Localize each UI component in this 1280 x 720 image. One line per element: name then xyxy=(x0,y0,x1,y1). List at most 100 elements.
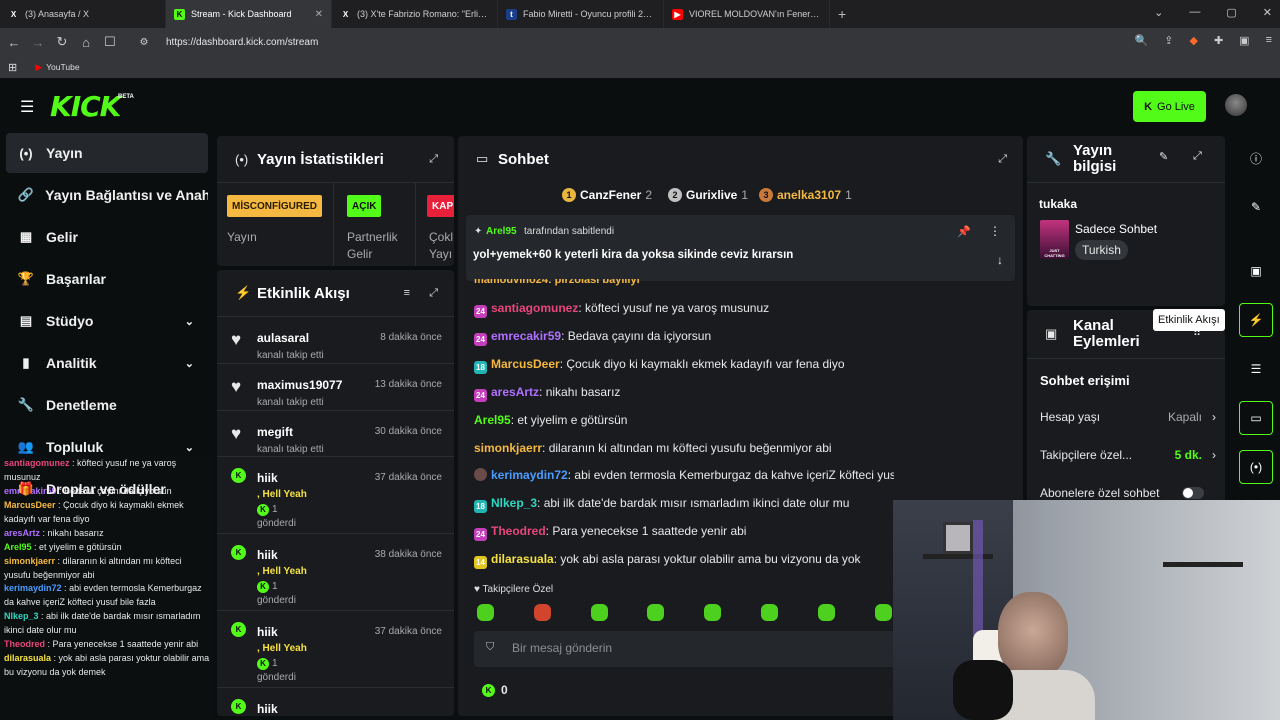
subs-only-toggle[interactable] xyxy=(1182,487,1204,499)
expand-icon[interactable]: ↓ xyxy=(997,253,1003,267)
browser-tab[interactable]: X(3) X'te Fabrizio Romano: "Erling Haa xyxy=(332,0,498,28)
sidebar-item-revenue[interactable]: ▦ Gelir xyxy=(6,217,208,257)
chat-username[interactable]: Theodred xyxy=(491,524,546,538)
chat-username[interactable]: kerimaydin72 xyxy=(491,468,568,482)
activity-user[interactable]: megift xyxy=(257,425,293,439)
chat-message[interactable]: 24 emrecakir59: Bedava çayını da içiyorsu… xyxy=(474,329,711,346)
sidebar-item-drops[interactable]: 🎁 Droplar ve ödüller xyxy=(6,469,208,509)
activity-user[interactable]: hiik xyxy=(257,548,278,562)
emote-icon[interactable] xyxy=(533,604,551,621)
chat-message[interactable]: 14 dilarasuala: yok abi asla parası yoktu… xyxy=(474,552,861,570)
video-icon[interactable]: ▣ xyxy=(1239,254,1273,288)
edit-icon[interactable]: ✎ xyxy=(1239,190,1273,224)
chat-username[interactable]: aresArtz xyxy=(491,385,539,399)
new-tab-button[interactable]: + xyxy=(838,6,846,22)
reload-icon[interactable]: ↻ xyxy=(52,34,72,50)
tab-list-icon[interactable]: ⌄ xyxy=(1154,6,1163,19)
unpin-icon[interactable]: 📌 xyxy=(957,225,971,238)
menu-icon[interactable]: ≡ xyxy=(1266,34,1272,47)
kick-logo[interactable]: KICK xyxy=(50,90,121,123)
leaderboard-entry[interactable]: 2 Gurixlive 1 xyxy=(668,188,748,202)
sidebar-item-achievements[interactable]: 🏆 Başarılar xyxy=(6,259,208,299)
forward-icon[interactable]: → xyxy=(28,35,48,50)
popout-icon[interactable]: ⤢ xyxy=(429,287,438,300)
chat-username[interactable]: dilarasuala xyxy=(491,552,554,566)
emote-icon[interactable] xyxy=(761,604,778,621)
account-age-row[interactable]: Hesap yaşı Kapalı › xyxy=(1040,410,1216,424)
close-icon[interactable]: ✕ xyxy=(315,9,323,20)
info-icon[interactable]: ⓘ xyxy=(1239,141,1273,175)
sidebar-item-studio[interactable]: ▤ Stüdyo ⌄ xyxy=(6,301,208,341)
activity-user[interactable]: hiik xyxy=(257,625,278,639)
activity-item[interactable]: ♥ maximus19077 13 dakika önce kanalı takip … xyxy=(217,363,454,410)
share-icon[interactable]: ⇪ xyxy=(1164,34,1173,47)
chat-username[interactable]: MarcusDeer xyxy=(491,357,560,371)
activity-item[interactable]: Khiik 37 dakika önce, Hell Yeah K 1 gönderdi xyxy=(217,610,454,687)
activity-user[interactable]: hiik xyxy=(257,702,278,716)
user-avatar[interactable] xyxy=(1225,94,1247,116)
browser-tab[interactable]: X (3) Anasayfa / X xyxy=(0,0,166,28)
bookmark-icon[interactable]: ☐ xyxy=(100,34,120,50)
site-settings-icon[interactable]: ⚙ xyxy=(134,37,154,48)
sidebar-icon[interactable]: ▣ xyxy=(1239,34,1249,47)
extensions-icon[interactable]: ✚ xyxy=(1214,34,1223,47)
chat-message[interactable]: 24 aresArtz: nikahı basarız xyxy=(474,385,620,402)
home-icon[interactable]: ⌂ xyxy=(76,35,96,50)
zoom-icon[interactable]: 🔍 xyxy=(1135,34,1149,47)
sidebar-item-moderation[interactable]: 🔧 Denetleme xyxy=(6,385,208,425)
activity-item[interactable]: Khiik 37 dakika önce, Hell Yeah K 1 gönderdi xyxy=(217,456,454,533)
broadcast-toggle-icon[interactable]: (•) xyxy=(1239,450,1273,484)
emote-icon[interactable] xyxy=(817,604,835,621)
activity-item[interactable]: ♥ megift 30 dakika önce kanalı takip etti xyxy=(217,410,454,456)
emote-icon[interactable] xyxy=(647,604,665,621)
activity-feed-toggle-icon[interactable]: ⚡ xyxy=(1239,303,1273,337)
emote-icon[interactable] xyxy=(590,604,608,621)
popout-icon[interactable]: ⤢ xyxy=(429,153,438,166)
browser-tab[interactable]: ▶VIOREL MOLDOVAN'ın Fenerbahçe'd xyxy=(664,0,830,28)
chat-username[interactable]: simonkjaerr xyxy=(474,441,542,455)
sidebar-item-stream[interactable]: (•) Yayın xyxy=(6,133,208,173)
leaderboard-entry[interactable]: 3 anelka3107 1 xyxy=(759,188,852,202)
activity-user[interactable]: maximus19077 xyxy=(257,378,342,392)
list-icon[interactable]: ☰ xyxy=(1239,352,1273,386)
minimize-icon[interactable]: — xyxy=(1189,6,1200,19)
go-live-button[interactable]: K Go Live xyxy=(1133,91,1206,122)
hamburger-menu-icon[interactable]: ☰ xyxy=(20,97,34,117)
emote-icon[interactable] xyxy=(477,604,494,621)
maximize-icon[interactable]: ▢ xyxy=(1226,6,1236,19)
kicks-icon[interactable]: K xyxy=(482,684,495,697)
close-window-icon[interactable]: ✕ xyxy=(1263,6,1272,19)
popout-icon[interactable]: ⤢ xyxy=(998,153,1007,166)
chat-toggle-icon[interactable]: ▭ xyxy=(1239,401,1273,435)
back-icon[interactable]: ← xyxy=(4,35,24,50)
apps-icon[interactable]: ⊞ xyxy=(8,61,17,74)
chat-message[interactable]: 24 Theodred: Para yenecekse 1 saattede ye… xyxy=(474,524,746,542)
pinned-by-user[interactable]: Arel95 xyxy=(486,226,517,237)
chat-message[interactable]: 18 Nlkep_3: abi ilk date'de bardak mısır … xyxy=(474,496,849,514)
language-tag[interactable]: Turkish xyxy=(1075,240,1128,260)
chat-message[interactable]: 24 santiagomunez: köfteci yusuf ne ya var… xyxy=(474,301,769,318)
filter-icon[interactable]: ≡ xyxy=(404,287,410,299)
activity-user[interactable]: hiik xyxy=(257,471,278,485)
url-field[interactable]: https://dashboard.kick.com/stream xyxy=(166,37,318,48)
activity-item[interactable]: ♥ aulasaral 8 dakika önce kanalı takip etti xyxy=(217,316,454,363)
browser-tab[interactable]: t Fabio Miretti - Oyuncu profili 26/27 | xyxy=(498,0,664,28)
more-options-icon[interactable]: ⋮ xyxy=(989,224,1001,238)
activity-user[interactable]: aulasaral xyxy=(257,331,309,345)
chat-message[interactable]: 18 MarcusDeer: Çocuk diyo ki kaymaklı ekm… xyxy=(474,357,845,374)
chat-username[interactable]: emrecakir59 xyxy=(491,329,561,343)
chat-username[interactable]: santiagomunez xyxy=(491,301,578,315)
chat-username[interactable]: Nlkep_3 xyxy=(491,496,537,510)
brave-shield-icon[interactable]: ◆ xyxy=(1189,34,1197,47)
sidebar-item-analytics[interactable]: ▮ Analitik ⌄ xyxy=(6,343,208,383)
browser-tab-active[interactable]: K Stream - Kick Dashboard ✕ xyxy=(166,0,332,28)
sidebar-item-stream-key[interactable]: 🔗Yayın Bağlantısı ve Anahtarı xyxy=(6,175,208,215)
leaderboard-entry[interactable]: 1 CanzFener 2 xyxy=(562,188,652,202)
chat-message[interactable]: kerimaydin72: abi evden termosla Kemerbu… xyxy=(474,468,894,482)
edit-icon[interactable]: ✎ xyxy=(1159,150,1168,163)
chat-username[interactable]: Arel95 xyxy=(474,413,511,427)
emote-icon[interactable] xyxy=(874,604,892,621)
followers-only-row[interactable]: Takipçilere özel... 5 dk. › xyxy=(1040,448,1216,462)
emote-icon[interactable] xyxy=(704,604,722,621)
popout-icon[interactable]: ⤢ xyxy=(1193,150,1202,163)
